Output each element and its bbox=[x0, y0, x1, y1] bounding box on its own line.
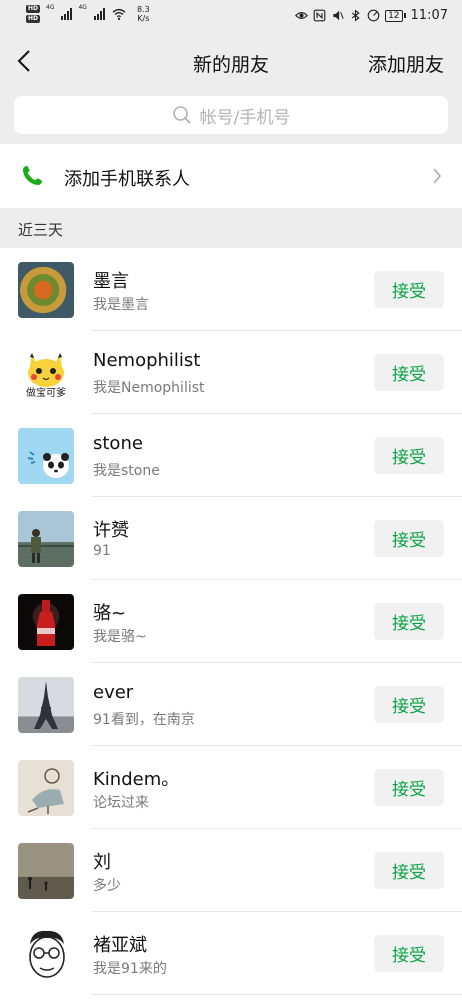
wifi-icon bbox=[112, 8, 126, 20]
friend-request-row[interactable]: 骆~ 我是骆~ 接受 bbox=[0, 580, 462, 663]
accept-button[interactable]: 接受 bbox=[374, 437, 444, 474]
search-input[interactable]: 帐号/手机号 bbox=[14, 96, 448, 134]
status-right: 12 11:07 bbox=[295, 8, 448, 23]
eye-icon bbox=[295, 12, 309, 19]
friend-request-row[interactable]: 做宝可爹 Nemophilist 我是Nemophilist 接受 bbox=[0, 331, 462, 414]
friend-request-row[interactable]: 许赟 91 接受 bbox=[0, 497, 462, 580]
accept-button[interactable]: 接受 bbox=[374, 520, 444, 557]
request-message: 91 bbox=[93, 543, 111, 559]
section-header: 近三天 bbox=[18, 221, 64, 239]
accept-button[interactable]: 接受 bbox=[374, 935, 444, 972]
request-message: 我是stone bbox=[93, 463, 160, 479]
avatar bbox=[18, 511, 74, 567]
accept-button[interactable]: 接受 bbox=[374, 271, 444, 308]
net-speed: 8.3 K/s bbox=[137, 5, 150, 23]
signal-icon bbox=[61, 8, 73, 20]
request-name: 骆~ bbox=[93, 603, 127, 624]
request-name: 墨言 bbox=[93, 271, 129, 292]
nav-bar: 新的朋友 添加朋友 bbox=[0, 34, 462, 88]
friend-request-row[interactable]: 墨言 我是墨言 接受 bbox=[0, 248, 462, 331]
status-left: HD HD 4G 4G 8.3 K/s bbox=[26, 5, 150, 23]
request-message: 91看到，在南京 bbox=[93, 712, 195, 728]
hd-icon: HD bbox=[26, 15, 41, 23]
add-phone-contacts-row[interactable]: 添加手机联系人 bbox=[0, 144, 462, 208]
phone-icon bbox=[23, 166, 42, 185]
request-message: 我是墨言 bbox=[93, 297, 149, 313]
bluetooth-icon bbox=[351, 9, 360, 22]
avatar bbox=[18, 594, 74, 650]
friend-request-row[interactable]: 褚亚斌 我是91来的 接受 bbox=[0, 912, 462, 995]
chevron-right-icon bbox=[433, 168, 442, 184]
volte-indicators: HD HD bbox=[26, 5, 41, 23]
status-bar: HD HD 4G 4G 8.3 K/s 12 11:07 bbox=[0, 0, 462, 34]
request-message: 我是骆~ bbox=[93, 629, 147, 645]
friend-request-row[interactable]: 刘 多少 接受 bbox=[0, 829, 462, 912]
cartoon-face-icon bbox=[29, 930, 65, 978]
search-placeholder: 帐号/手机号 bbox=[199, 107, 291, 128]
status-time: 11:07 bbox=[410, 8, 448, 23]
panda-avatar-icon bbox=[27, 451, 69, 478]
avatar bbox=[18, 760, 74, 816]
avatar bbox=[18, 926, 74, 982]
friend-request-row[interactable]: stone 我是stone 接受 bbox=[0, 414, 462, 497]
accept-button[interactable]: 接受 bbox=[374, 354, 444, 391]
avatar bbox=[18, 843, 74, 899]
request-message: 我是Nemophilist bbox=[93, 380, 205, 396]
request-name: 许赟 bbox=[93, 520, 129, 541]
avatar bbox=[18, 428, 74, 484]
mute-icon bbox=[333, 10, 344, 21]
accept-button[interactable]: 接受 bbox=[374, 769, 444, 806]
accept-button[interactable]: 接受 bbox=[374, 852, 444, 889]
request-name: 褚亚斌 bbox=[93, 935, 147, 956]
request-name: ever bbox=[93, 682, 134, 703]
add-friend-button[interactable]: 添加朋友 bbox=[368, 50, 444, 77]
avatar-caption: 做宝可爹 bbox=[26, 388, 66, 399]
request-message: 论坛过来 bbox=[93, 795, 149, 811]
avatar bbox=[18, 677, 74, 733]
friend-request-list: 墨言 我是墨言 接受 做宝可爹 Nemophilist 我是Nemophilis… bbox=[0, 248, 462, 1000]
net-speed-value: 8.3 bbox=[136, 5, 150, 14]
beach-photo-icon bbox=[28, 877, 48, 891]
bottle-photo-icon bbox=[37, 600, 55, 646]
request-name: Kindem。 bbox=[93, 769, 180, 790]
net-speed-unit: K/s bbox=[137, 14, 150, 23]
network-type-1: 4G bbox=[46, 4, 55, 11]
accept-button[interactable]: 接受 bbox=[374, 603, 444, 640]
request-message: 多少 bbox=[93, 878, 121, 894]
request-message: 我是91来的 bbox=[93, 961, 167, 977]
request-name: 刘 bbox=[93, 852, 111, 873]
avatar bbox=[18, 262, 74, 318]
sketch-avatar-icon bbox=[27, 768, 64, 814]
accept-button[interactable]: 接受 bbox=[374, 686, 444, 723]
nfc-icon bbox=[313, 9, 326, 22]
network-type-2: 4G bbox=[78, 4, 87, 11]
tower-photo-icon bbox=[34, 681, 58, 729]
friend-request-row[interactable]: Kindem。 论坛过来 接受 bbox=[0, 746, 462, 829]
search-icon bbox=[172, 106, 191, 124]
add-phone-contacts-label: 添加手机联系人 bbox=[64, 169, 190, 190]
avatar: 做宝可爹 bbox=[18, 345, 74, 401]
friend-request-row[interactable]: ever 91看到，在南京 接受 bbox=[0, 663, 462, 746]
person-photo-icon bbox=[18, 529, 74, 563]
request-name: stone bbox=[93, 433, 143, 454]
battery-icon: 12 bbox=[385, 9, 406, 22]
signal-icon bbox=[93, 8, 105, 20]
hd-icon: HD bbox=[26, 5, 41, 13]
request-name: Nemophilist bbox=[93, 350, 201, 371]
battery-level: 12 bbox=[385, 9, 403, 22]
divider bbox=[92, 994, 462, 995]
gauge-icon bbox=[367, 9, 380, 22]
